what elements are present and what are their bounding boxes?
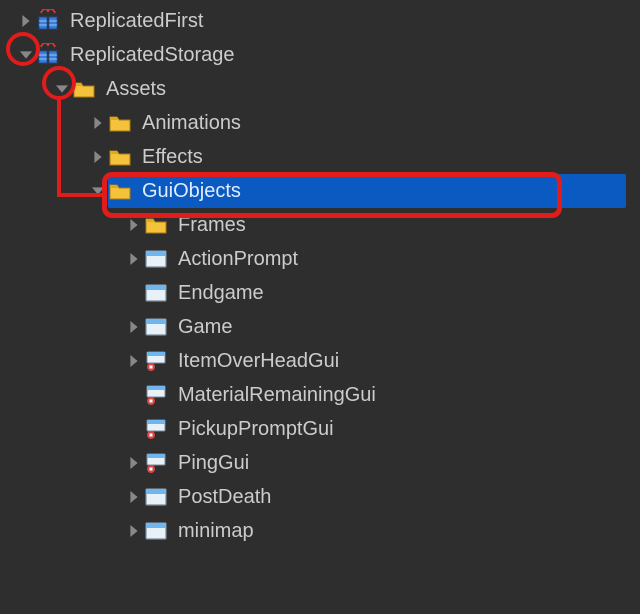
tree-row[interactable]: Effects: [0, 140, 640, 174]
expand-arrow-right-icon[interactable]: [126, 217, 142, 233]
tree-row[interactable]: PingGui: [0, 446, 640, 480]
expand-arrow-down-icon[interactable]: [90, 183, 106, 199]
tree-row[interactable]: MaterialRemainingGui: [0, 378, 640, 412]
tree-item-label: minimap: [178, 520, 254, 543]
tree-row[interactable]: PickupPromptGui: [0, 412, 640, 446]
tree-item-label: Animations: [142, 112, 241, 135]
tree-item-label: Assets: [106, 78, 166, 101]
replicated-icon: [36, 43, 60, 67]
expand-arrow-right-icon[interactable]: [126, 319, 142, 335]
tree-item-label: ActionPrompt: [178, 248, 298, 271]
tree-row[interactable]: ItemOverHeadGui: [0, 344, 640, 378]
expand-arrow-right-icon[interactable]: [126, 489, 142, 505]
tree-row[interactable]: ReplicatedStorage: [0, 38, 640, 72]
tree-row[interactable]: ReplicatedFirst: [0, 4, 640, 38]
screengui-icon: [144, 519, 168, 543]
folder-icon: [108, 111, 132, 135]
folder-icon: [144, 213, 168, 237]
expand-arrow-right-icon[interactable]: [126, 523, 142, 539]
tree-row[interactable]: Frames: [0, 208, 640, 242]
tree-item-label: Frames: [178, 214, 246, 237]
tree-item-label: PingGui: [178, 452, 249, 475]
expand-arrow-right-icon[interactable]: [18, 13, 34, 29]
expand-arrow-right-icon[interactable]: [90, 115, 106, 131]
screengui-icon: [144, 281, 168, 305]
screengui-icon: [144, 485, 168, 509]
expand-arrow-right-icon[interactable]: [90, 149, 106, 165]
tree-row[interactable]: GuiObjects: [0, 174, 640, 208]
tree-row[interactable]: ActionPrompt: [0, 242, 640, 276]
folder-icon: [108, 145, 132, 169]
tree-row[interactable]: Endgame: [0, 276, 640, 310]
folder-icon: [72, 77, 96, 101]
billboard-icon: [144, 417, 168, 441]
expand-arrow-right-icon[interactable]: [126, 353, 142, 369]
tree-row[interactable]: Game: [0, 310, 640, 344]
expand-arrow-right-icon[interactable]: [126, 455, 142, 471]
tree-item-label: ReplicatedStorage: [70, 44, 235, 67]
explorer-tree: ReplicatedFirst ReplicatedStorage Assets An…: [0, 0, 640, 548]
tree-item-label: PickupPromptGui: [178, 418, 334, 441]
tree-item-label: Effects: [142, 146, 203, 169]
tree-item-label: GuiObjects: [142, 180, 241, 203]
tree-item-label: ReplicatedFirst: [70, 10, 203, 33]
expand-arrow-down-icon[interactable]: [54, 81, 70, 97]
billboard-icon: [144, 451, 168, 475]
tree-item-label: Endgame: [178, 282, 264, 305]
folder-icon: [108, 179, 132, 203]
billboard-icon: [144, 383, 168, 407]
tree-row[interactable]: Animations: [0, 106, 640, 140]
tree-item-label: PostDeath: [178, 486, 271, 509]
tree-row[interactable]: minimap: [0, 514, 640, 548]
tree-row[interactable]: PostDeath: [0, 480, 640, 514]
tree-row[interactable]: Assets: [0, 72, 640, 106]
tree-item-label: ItemOverHeadGui: [178, 350, 339, 373]
screengui-icon: [144, 315, 168, 339]
billboard-icon: [144, 349, 168, 373]
expand-arrow-right-icon[interactable]: [126, 251, 142, 267]
screengui-icon: [144, 247, 168, 271]
tree-item-label: MaterialRemainingGui: [178, 384, 376, 407]
replicated-icon: [36, 9, 60, 33]
tree-item-label: Game: [178, 316, 232, 339]
expand-arrow-down-icon[interactable]: [18, 47, 34, 63]
